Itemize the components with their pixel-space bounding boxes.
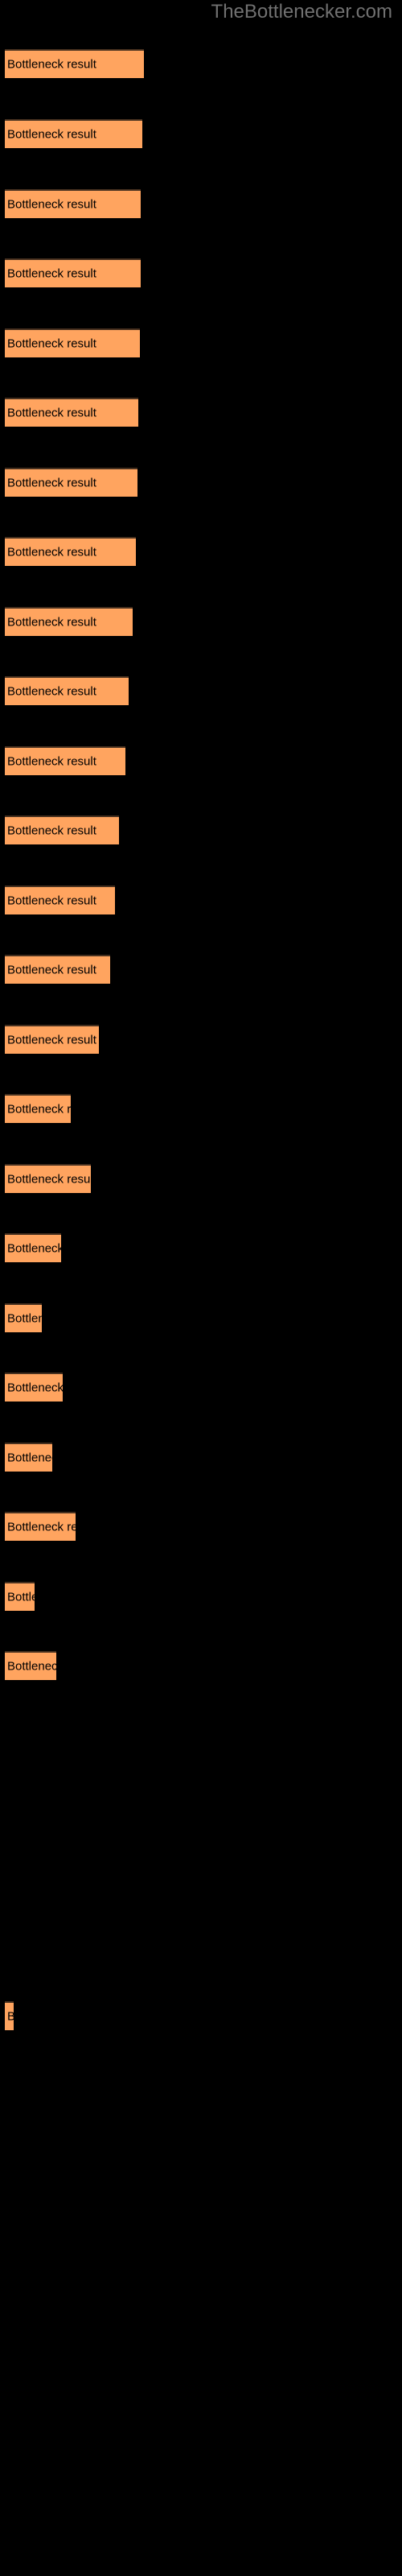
bar-label: Bottleneck result bbox=[7, 615, 96, 630]
bar-label: Bottleneck result bbox=[7, 57, 96, 72]
bar-label: Bottleneck result bbox=[7, 406, 96, 420]
bottleneck-result-bar[interactable]: Bottleneck result bbox=[5, 607, 133, 636]
bar-label: Bottleneck result bbox=[7, 545, 96, 559]
bar-label: Bottleneck result bbox=[7, 266, 96, 281]
bottleneck-result-bar[interactable]: Bottleneck result bbox=[5, 1443, 52, 1472]
bar-label: Bottleneck result bbox=[7, 1033, 96, 1047]
bar-label: Bottleneck result bbox=[7, 127, 96, 142]
bottleneck-result-bar[interactable]: Bottleneck result bbox=[5, 1164, 91, 1193]
bar-label: Bottleneck result bbox=[7, 754, 96, 769]
bottleneck-result-bar[interactable]: Bottleneck result bbox=[5, 468, 137, 497]
bottleneck-result-bar[interactable]: Bottleneck result bbox=[5, 1651, 56, 1680]
bar-label: Bottleneck result bbox=[7, 2010, 14, 2024]
bar-label: Bottleneck result bbox=[7, 824, 96, 838]
bar-label: Bottleneck result bbox=[7, 1590, 35, 1604]
bar-label: Bottleneck result bbox=[7, 963, 96, 977]
bottleneck-result-bar[interactable]: Bottleneck result bbox=[5, 955, 110, 984]
bar-label: Bottleneck result bbox=[7, 476, 96, 490]
bar-label: Bottleneck result bbox=[7, 1659, 56, 1674]
bottleneck-result-bar[interactable]: Bottleneck result bbox=[5, 1512, 76, 1541]
bar-label: Bottleneck result bbox=[7, 1311, 42, 1326]
bar-label: Bottleneck result bbox=[7, 684, 96, 699]
bottleneck-result-bar[interactable]: Bottleneck result bbox=[5, 119, 142, 148]
bottleneck-result-bar[interactable]: Bottleneck result bbox=[5, 1025, 99, 1054]
bottleneck-result-bar[interactable]: Bottleneck result bbox=[5, 328, 140, 357]
bar-label: Bottleneck result bbox=[7, 894, 96, 908]
bottleneck-result-bar[interactable]: Bottleneck result bbox=[5, 1303, 42, 1332]
bottleneck-result-bar[interactable]: Bottleneck result bbox=[5, 398, 138, 427]
bar-label: Bottleneck result bbox=[7, 1520, 76, 1534]
bottleneck-result-bar[interactable]: Bottleneck result bbox=[5, 815, 119, 844]
bottleneck-result-bar[interactable]: Bottleneck result bbox=[5, 189, 141, 218]
bottleneck-result-bar[interactable]: Bottleneck result bbox=[5, 1582, 35, 1611]
bottleneck-bar-chart: Bottleneck result Bottleneck result Bottle… bbox=[0, 0, 402, 2576]
bottleneck-result-bar[interactable]: Bottleneck result bbox=[5, 886, 115, 914]
bottleneck-result-bar[interactable]: Bottleneck result bbox=[5, 537, 136, 566]
bar-label: Bottleneck result bbox=[7, 1241, 61, 1256]
bottleneck-result-bar[interactable]: Bottleneck result bbox=[5, 49, 144, 78]
bottleneck-result-bar[interactable]: Bottleneck result bbox=[5, 676, 129, 705]
bottleneck-result-bar[interactable]: Bottleneck result bbox=[5, 258, 141, 287]
bar-label: Bottleneck result bbox=[7, 1172, 91, 1187]
bar-label: Bottleneck result bbox=[7, 197, 96, 212]
bar-label: Bottleneck result bbox=[7, 1451, 52, 1465]
bar-label: Bottleneck result bbox=[7, 1102, 71, 1117]
bottleneck-result-bar[interactable]: Bottleneck result bbox=[5, 1094, 71, 1123]
bar-label: Bottleneck result bbox=[7, 336, 96, 351]
bar-label: Bottleneck result bbox=[7, 1381, 63, 1395]
bottleneck-result-bar[interactable]: Bottleneck result bbox=[5, 746, 125, 775]
bottleneck-result-bar[interactable]: Bottleneck result bbox=[5, 1373, 63, 1402]
bottleneck-result-bar[interactable]: Bottleneck result bbox=[5, 2001, 14, 2030]
bottleneck-result-bar[interactable]: Bottleneck result bbox=[5, 1233, 61, 1262]
